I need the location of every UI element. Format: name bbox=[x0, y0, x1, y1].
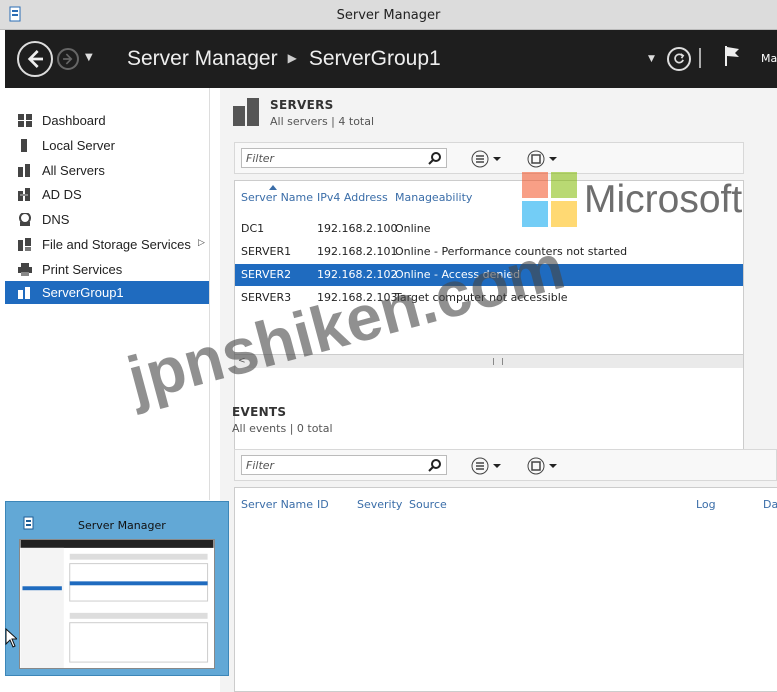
window-title-bar: Server Manager bbox=[0, 0, 777, 30]
servers-section-title: SERVERS bbox=[270, 98, 334, 112]
events-section-subtitle: All events | 0 total bbox=[232, 422, 333, 435]
scrollbar-grip[interactable] bbox=[493, 358, 503, 365]
breadcrumb-root[interactable]: Server Manager bbox=[127, 47, 278, 70]
sidebar-item-all-servers[interactable]: All Servers bbox=[5, 159, 209, 182]
events-grid: Server Name ID Severity Source Log Da bbox=[234, 487, 777, 692]
header-divider bbox=[699, 48, 701, 68]
history-dropdown-icon[interactable]: ▼ bbox=[85, 52, 93, 63]
ad-ds-icon bbox=[18, 188, 30, 201]
events-filter-placeholder: Filter bbox=[246, 459, 275, 472]
servers-filter-bar: Filter bbox=[234, 142, 744, 174]
list-options-button[interactable] bbox=[471, 457, 505, 475]
column-header-source[interactable]: Source bbox=[409, 498, 447, 511]
taskbar-preview[interactable]: Server Manager bbox=[5, 501, 229, 676]
sidebar: Dashboard Local Server All Servers AD DS… bbox=[5, 88, 210, 500]
taskbar-preview-thumbnail bbox=[19, 539, 215, 669]
save-query-button[interactable] bbox=[527, 457, 561, 475]
taskbar-preview-title: Server Manager bbox=[78, 519, 166, 532]
column-header-server-name[interactable]: Server Name bbox=[241, 498, 313, 511]
events-filter-input[interactable]: Filter bbox=[241, 455, 447, 475]
header-dropdown-icon[interactable]: ▼ bbox=[648, 54, 655, 64]
column-header-server-name[interactable]: Server Name bbox=[241, 191, 313, 204]
column-header-severity[interactable]: Severity bbox=[357, 498, 402, 511]
column-header-id[interactable]: ID bbox=[317, 498, 329, 511]
back-button[interactable] bbox=[17, 41, 53, 77]
servers-filter-input[interactable]: Filter bbox=[241, 148, 447, 168]
window-title: Server Manager bbox=[336, 8, 441, 23]
dns-icon bbox=[19, 213, 31, 226]
sidebar-item-label: AD DS bbox=[42, 187, 82, 202]
sidebar-item-label: File and Storage Services bbox=[42, 237, 191, 252]
sidebar-item-dashboard[interactable]: Dashboard bbox=[5, 109, 209, 132]
column-header-date[interactable]: Da bbox=[763, 498, 777, 511]
search-icon[interactable] bbox=[428, 151, 442, 165]
breadcrumb-separator-icon: ▶ bbox=[287, 51, 297, 65]
sort-ascending-icon bbox=[269, 185, 277, 190]
sidebar-item-label: Local Server bbox=[42, 138, 115, 153]
sidebar-item-ad-ds[interactable]: AD DS bbox=[5, 183, 209, 206]
forward-button[interactable] bbox=[57, 48, 79, 70]
server-group-icon bbox=[18, 287, 30, 299]
header-bar: ▼ Server Manager ▶ ServerGroup1 ▼ Ma bbox=[5, 30, 777, 88]
microsoft-windows-logo-icon bbox=[522, 172, 577, 227]
sidebar-item-label: Dashboard bbox=[42, 113, 106, 128]
events-filter-bar: Filter bbox=[234, 449, 777, 481]
servers-filter-placeholder: Filter bbox=[246, 152, 275, 165]
cell-server-name: SERVER1 bbox=[241, 245, 292, 258]
manage-menu[interactable]: Ma bbox=[761, 52, 777, 65]
list-options-button[interactable] bbox=[471, 150, 505, 168]
servers-icon bbox=[18, 164, 30, 177]
cell-server-name: DC1 bbox=[241, 222, 265, 235]
notifications-flag-icon[interactable] bbox=[723, 44, 741, 68]
servers-section-icon bbox=[233, 98, 259, 126]
sidebar-item-label: All Servers bbox=[42, 163, 105, 178]
microsoft-logo: Microsoft bbox=[522, 172, 777, 228]
cell-ipv4-address: 192.168.2.101 bbox=[317, 245, 398, 258]
sidebar-item-dns[interactable]: DNS bbox=[5, 208, 209, 231]
sidebar-item-label: ServerGroup1 bbox=[42, 285, 124, 300]
mouse-cursor-icon bbox=[5, 628, 17, 648]
microsoft-logo-text: Microsoft bbox=[584, 178, 743, 221]
events-section-title: EVENTS bbox=[232, 405, 287, 419]
sidebar-item-file-and-storage-services[interactable]: File and Storage Services ▷ bbox=[5, 233, 209, 256]
printer-icon bbox=[18, 263, 32, 276]
server-manager-app-icon bbox=[23, 516, 34, 530]
sidebar-item-label: DNS bbox=[42, 212, 70, 227]
server-icon bbox=[21, 139, 27, 152]
sidebar-item-servergroup1[interactable]: ServerGroup1 bbox=[5, 281, 209, 304]
column-header-manageability[interactable]: Manageability bbox=[395, 191, 472, 204]
sidebar-item-label: Print Services bbox=[42, 262, 123, 277]
save-query-button[interactable] bbox=[527, 150, 561, 168]
cell-manageability: Online bbox=[395, 222, 431, 235]
refresh-icon[interactable] bbox=[667, 47, 691, 71]
submenu-arrow-icon[interactable]: ▷ bbox=[198, 237, 205, 248]
servers-section-subtitle: All servers | 4 total bbox=[270, 115, 375, 128]
file-storage-icon bbox=[18, 238, 31, 251]
sidebar-item-local-server[interactable]: Local Server bbox=[5, 134, 209, 157]
breadcrumb: Server Manager ▶ ServerGroup1 bbox=[127, 47, 441, 71]
cell-ipv4-address: 192.168.2.100 bbox=[317, 222, 398, 235]
column-header-log[interactable]: Log bbox=[696, 498, 716, 511]
search-icon[interactable] bbox=[428, 458, 442, 472]
column-header-ipv4-address[interactable]: IPv4 Address bbox=[317, 191, 388, 204]
cell-server-name: SERVER2 bbox=[241, 268, 292, 281]
breadcrumb-current: ServerGroup1 bbox=[308, 47, 441, 70]
dashboard-icon bbox=[18, 114, 32, 127]
sidebar-item-print-services[interactable]: Print Services bbox=[5, 258, 209, 281]
